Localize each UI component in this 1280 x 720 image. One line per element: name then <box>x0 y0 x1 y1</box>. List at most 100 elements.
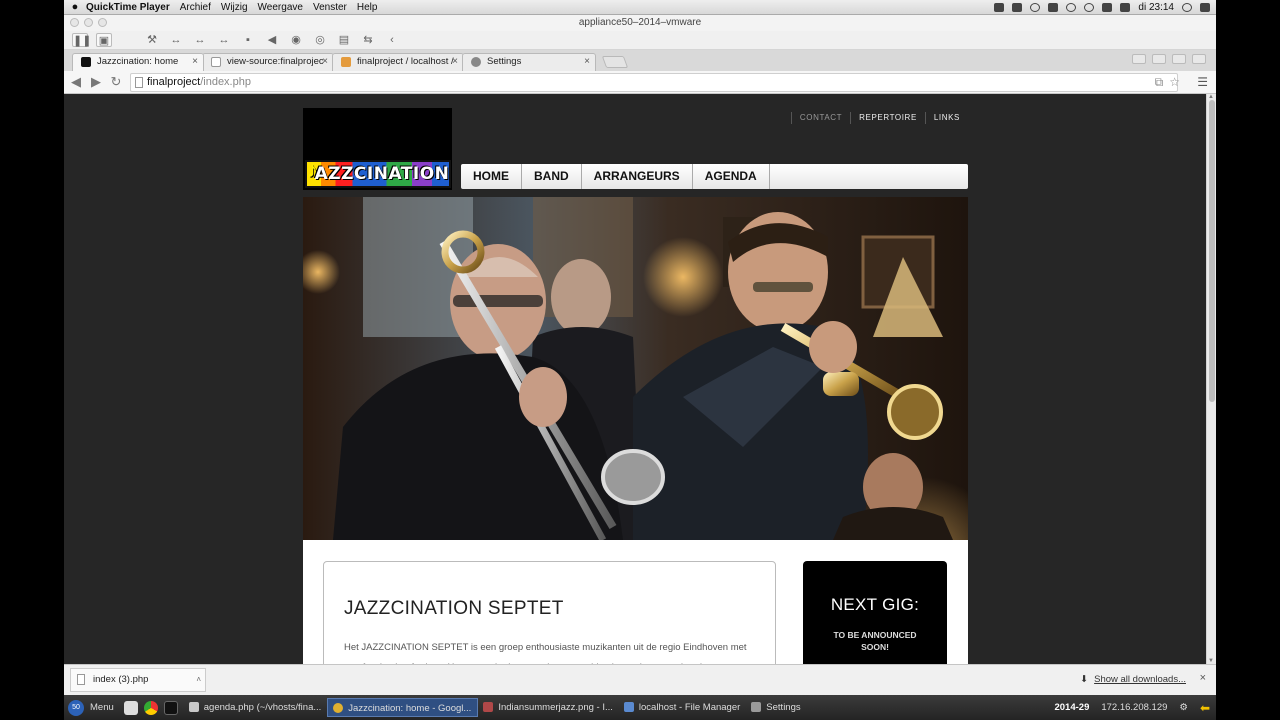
settings-wrench-icon[interactable]: ⚒ <box>144 33 160 47</box>
nav-agenda[interactable]: AGENDA <box>693 164 770 189</box>
start-menu-label[interactable]: Menu <box>90 702 114 713</box>
spotlight-icon[interactable] <box>1182 2 1192 12</box>
site-logo[interactable]: ♪ AZZCINATION <box>303 108 452 190</box>
start-menu-icon[interactable]: 50 <box>68 699 84 716</box>
tab-jazzcination-home[interactable]: Jazzcination: home × <box>72 53 204 71</box>
close-tab-icon[interactable]: × <box>192 54 198 70</box>
menu-archief[interactable]: Archief <box>180 2 211 13</box>
chrome-menu-icon[interactable]: ☰ <box>1197 75 1208 89</box>
task-file-manager[interactable]: localhost - File Manager <box>619 698 746 717</box>
task-agenda-php[interactable]: agenda.php (~/vhosts/fina... <box>184 698 328 717</box>
network-icon[interactable]: ↔ <box>168 33 184 47</box>
volume-icon[interactable] <box>1102 2 1113 12</box>
back-arrow-icon[interactable]: ◀ <box>68 74 84 90</box>
scrollbar-thumb[interactable] <box>1209 100 1215 402</box>
task-image-viewer[interactable]: Indiansummerjazz.png - I... <box>478 698 619 717</box>
menu-weergave[interactable]: Weergave <box>258 2 303 13</box>
share-icon[interactable]: ⇆ <box>360 33 376 47</box>
nav-band[interactable]: BAND <box>522 164 582 189</box>
reload-icon[interactable]: ↻ <box>108 74 124 90</box>
forward-arrow-icon[interactable]: ▶ <box>88 74 104 90</box>
link-links[interactable]: LINKS <box>924 112 968 124</box>
pause-icon[interactable]: ❚❚ <box>72 33 91 47</box>
link-repertoire[interactable]: REPERTOIRE <box>850 112 925 124</box>
apple-menu-icon[interactable]: ● <box>64 1 86 13</box>
terminal-icon[interactable] <box>163 700 178 715</box>
hero-photo <box>303 197 968 540</box>
network3-icon[interactable]: ↔ <box>216 33 232 47</box>
menubar-status-area: di 23:14 <box>994 2 1216 13</box>
collapse-icon[interactable]: ‹ <box>384 33 400 47</box>
translate-icon[interactable]: ⧉ <box>1155 75 1164 90</box>
link-contact[interactable]: CONTACT <box>790 112 850 124</box>
time-machine-icon[interactable] <box>1066 2 1077 12</box>
bookmark-star-icon[interactable]: ☆ <box>1169 75 1180 90</box>
nav-home[interactable]: HOME <box>461 164 522 189</box>
task-jazzcination-chrome[interactable]: Jazzcination: home - Googl... <box>327 698 479 717</box>
wifi-icon[interactable] <box>1084 2 1095 12</box>
menu-help[interactable]: Help <box>357 2 378 13</box>
zoom-window-button[interactable] <box>98 18 107 27</box>
battery-icon[interactable] <box>1120 2 1131 12</box>
task-label: Settings <box>766 702 801 713</box>
snapshot-icon[interactable]: ▣ <box>96 33 112 47</box>
close-shelf-icon[interactable]: × <box>1200 672 1206 684</box>
tab-phpmyadmin[interactable]: finalproject / localhost / × <box>332 53 464 71</box>
page-favicon <box>211 57 221 67</box>
editor-icon <box>188 702 199 712</box>
network2-icon[interactable]: ↔ <box>192 33 208 47</box>
disk-icon[interactable]: ▪ <box>240 33 256 47</box>
chrome-icon[interactable] <box>143 700 158 715</box>
task-label: Indiansummerjazz.png - I... <box>498 702 613 713</box>
jazzcination-favicon <box>81 57 91 67</box>
download-arrow-icon: ⬇ <box>1080 674 1089 685</box>
tray-settings-icon[interactable]: ⚙ <box>1179 702 1188 713</box>
menu-wijzig[interactable]: Wijzig <box>221 2 248 13</box>
tab-label: Settings <box>487 56 522 67</box>
next-gig-box: NEXT GIG: TO BE ANNOUNCED SOON! <box>803 561 947 664</box>
tab-view-source[interactable]: view-source:finalprojec × <box>202 53 334 71</box>
close-tab-icon[interactable]: × <box>584 54 590 70</box>
folder-icon <box>623 702 634 712</box>
camera-icon[interactable]: ◉ <box>288 33 304 47</box>
tab-settings[interactable]: Settings × <box>462 53 596 71</box>
browser-tabstrip: Jazzcination: home × view-source:finalpr… <box>64 50 1216 71</box>
task-settings[interactable]: Settings <box>746 698 806 717</box>
close-tab-icon[interactable]: × <box>322 54 328 70</box>
close-window-button[interactable] <box>70 18 79 27</box>
vm-window-titlebar: appliance50–2014–vmware <box>64 15 1216 31</box>
printer-icon[interactable]: ▤ <box>336 33 352 47</box>
show-all-downloads-link[interactable]: ⬇ Show all downloads... <box>1080 674 1186 685</box>
page-scrollbar[interactable]: ▲ ▼ <box>1206 94 1216 664</box>
record-icon[interactable] <box>1030 2 1041 12</box>
address-bar[interactable]: finalproject/index.php <box>130 73 1178 92</box>
menu-venster[interactable]: Venster <box>313 2 347 13</box>
notification-center-icon[interactable] <box>1200 2 1210 12</box>
tray-arrow-icon[interactable]: ⬅ <box>1200 701 1210 715</box>
page-viewport: ♪ AZZCINATION CONTACT REPERTOIRE LINKS H… <box>64 94 1216 664</box>
vm-toolbar: ❚❚ ▣ ⚒ ↔ ↔ ↔ ▪ ◀ ◉ ◎ ▤ ⇆ ‹ <box>64 31 1216 50</box>
menubar-clock[interactable]: di 23:14 <box>1138 2 1174 13</box>
maximize-icon[interactable] <box>1172 54 1186 64</box>
app-menu[interactable]: QuickTime Player <box>86 2 170 13</box>
close-icon[interactable] <box>1192 54 1206 64</box>
usb-icon[interactable]: ◎ <box>312 33 328 47</box>
band-photo-illustration <box>303 197 968 540</box>
lock-icon[interactable] <box>1048 2 1059 12</box>
sync-icon[interactable] <box>1012 2 1023 12</box>
article-body: Het JAZZCINATION SEPTET is een groep ent… <box>344 642 747 664</box>
sound-icon[interactable]: ◀ <box>264 33 280 47</box>
chevron-up-icon[interactable]: ˄ <box>196 669 201 691</box>
taskbar: 50 Menu agenda.php (~/vhosts/fina... Jaz… <box>64 695 1216 720</box>
minimize-icon[interactable] <box>1152 54 1166 64</box>
text-editor-icon[interactable] <box>123 700 138 715</box>
close-tab-icon[interactable]: × <box>452 54 458 70</box>
new-tab-button[interactable] <box>601 56 629 68</box>
chrome-icon <box>333 703 344 713</box>
minimize-window-button[interactable] <box>84 18 93 27</box>
evernote-icon[interactable] <box>994 2 1005 12</box>
nav-arrangeurs[interactable]: ARRANGEURS <box>582 164 693 189</box>
article-title: JAZZCINATION SEPTET <box>344 598 564 619</box>
download-item[interactable]: index (3).php ˄ <box>70 668 206 692</box>
user-icon[interactable] <box>1132 54 1146 64</box>
